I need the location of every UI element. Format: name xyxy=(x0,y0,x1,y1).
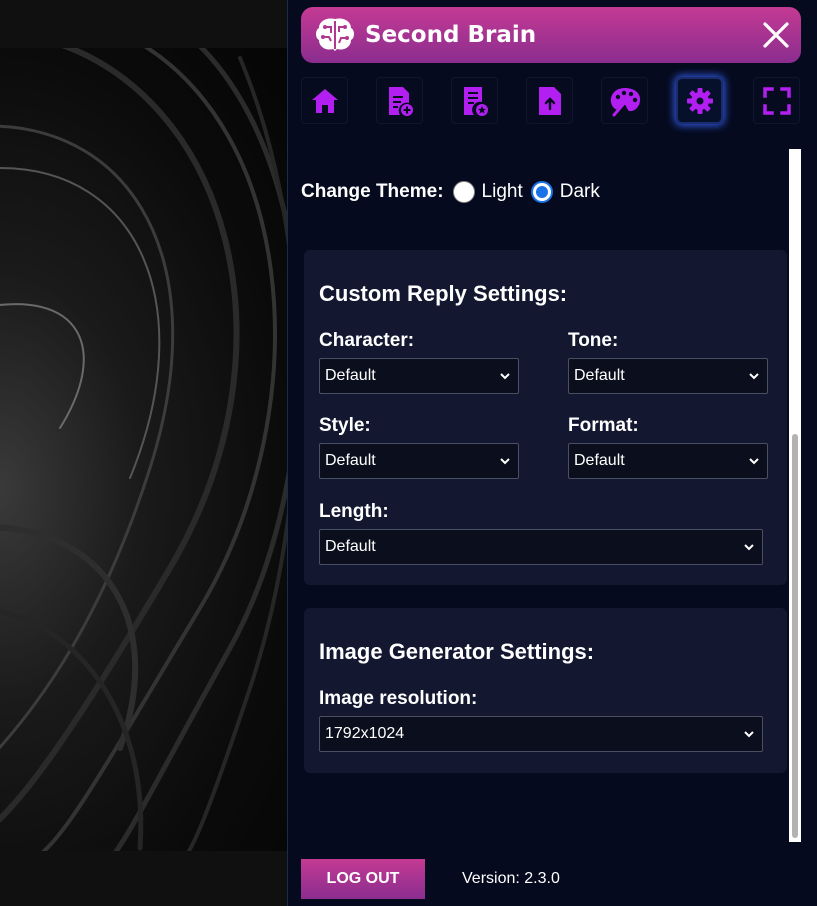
upload-button[interactable] xyxy=(526,77,573,124)
chevron-down-icon xyxy=(744,544,754,551)
tone-label: Tone: xyxy=(568,330,619,351)
character-label: Character: xyxy=(319,330,415,351)
length-select-value: Default xyxy=(325,538,376,555)
side-panel: Second Brain Change Theme: Light Dark Cu… xyxy=(287,0,817,906)
theme-label: Change Theme: xyxy=(301,181,444,202)
theme-light-radio[interactable] xyxy=(452,181,475,203)
close-icon xyxy=(763,22,789,48)
gear-icon xyxy=(686,87,713,114)
close-button[interactable] xyxy=(761,20,791,50)
theme-dark-radio[interactable] xyxy=(530,181,553,203)
theme-light-label[interactable]: Light xyxy=(482,181,523,203)
file-upload-icon xyxy=(538,86,561,115)
palette-icon xyxy=(610,87,640,116)
image-resolution-select-value: 1792x1024 xyxy=(325,725,405,742)
length-select[interactable]: Default xyxy=(319,529,763,565)
theme-selector: Change Theme: Light Dark xyxy=(301,178,600,206)
version-text: Version: 2.3.0 xyxy=(462,870,560,887)
image-resolution-label: Image resolution: xyxy=(319,688,478,709)
chevron-down-icon xyxy=(749,373,759,380)
fullscreen-icon xyxy=(762,86,791,115)
custom-reply-settings-title: Custom Reply Settings: xyxy=(319,281,568,306)
length-label: Length: xyxy=(319,501,389,522)
page-background xyxy=(0,0,287,906)
chevron-down-icon xyxy=(744,731,754,738)
scrollbar-thumb[interactable] xyxy=(792,434,798,838)
style-select-value: Default xyxy=(325,452,376,469)
settings-button[interactable] xyxy=(676,77,723,124)
home-icon xyxy=(311,88,338,113)
note-star-icon xyxy=(463,86,488,116)
toolbar xyxy=(301,77,801,125)
image-generator-button[interactable] xyxy=(601,77,648,124)
wallpaper-image xyxy=(0,48,287,851)
brain-circuit-icon xyxy=(313,15,357,55)
image-resolution-select[interactable]: 1792x1024 xyxy=(319,716,763,752)
app-title: Second Brain xyxy=(365,22,537,48)
format-select[interactable]: Default xyxy=(568,443,768,479)
chevron-down-icon xyxy=(500,373,510,380)
character-select[interactable]: Default xyxy=(319,358,519,394)
format-select-value: Default xyxy=(574,452,625,469)
new-note-button[interactable] xyxy=(376,77,423,124)
character-select-value: Default xyxy=(325,367,376,384)
tone-select[interactable]: Default xyxy=(568,358,768,394)
saved-notes-button[interactable] xyxy=(451,77,498,124)
image-generator-settings-card: Image Generator Settings: Image resoluti… xyxy=(304,608,787,773)
scrollbar[interactable] xyxy=(789,149,801,842)
style-label: Style: xyxy=(319,415,371,436)
panel-header: Second Brain xyxy=(301,7,801,63)
tone-select-value: Default xyxy=(574,367,625,384)
theme-dark-label[interactable]: Dark xyxy=(560,181,600,203)
home-button[interactable] xyxy=(301,77,348,124)
fullscreen-button[interactable] xyxy=(753,77,800,124)
image-generator-settings-title: Image Generator Settings: xyxy=(319,639,595,664)
note-add-icon xyxy=(388,86,413,116)
chevron-down-icon xyxy=(500,458,510,465)
logout-button[interactable]: LOG OUT xyxy=(301,859,425,899)
custom-reply-settings-card: Custom Reply Settings: Character: Defaul… xyxy=(304,250,787,585)
chevron-down-icon xyxy=(749,458,759,465)
style-select[interactable]: Default xyxy=(319,443,519,479)
format-label: Format: xyxy=(568,415,639,436)
